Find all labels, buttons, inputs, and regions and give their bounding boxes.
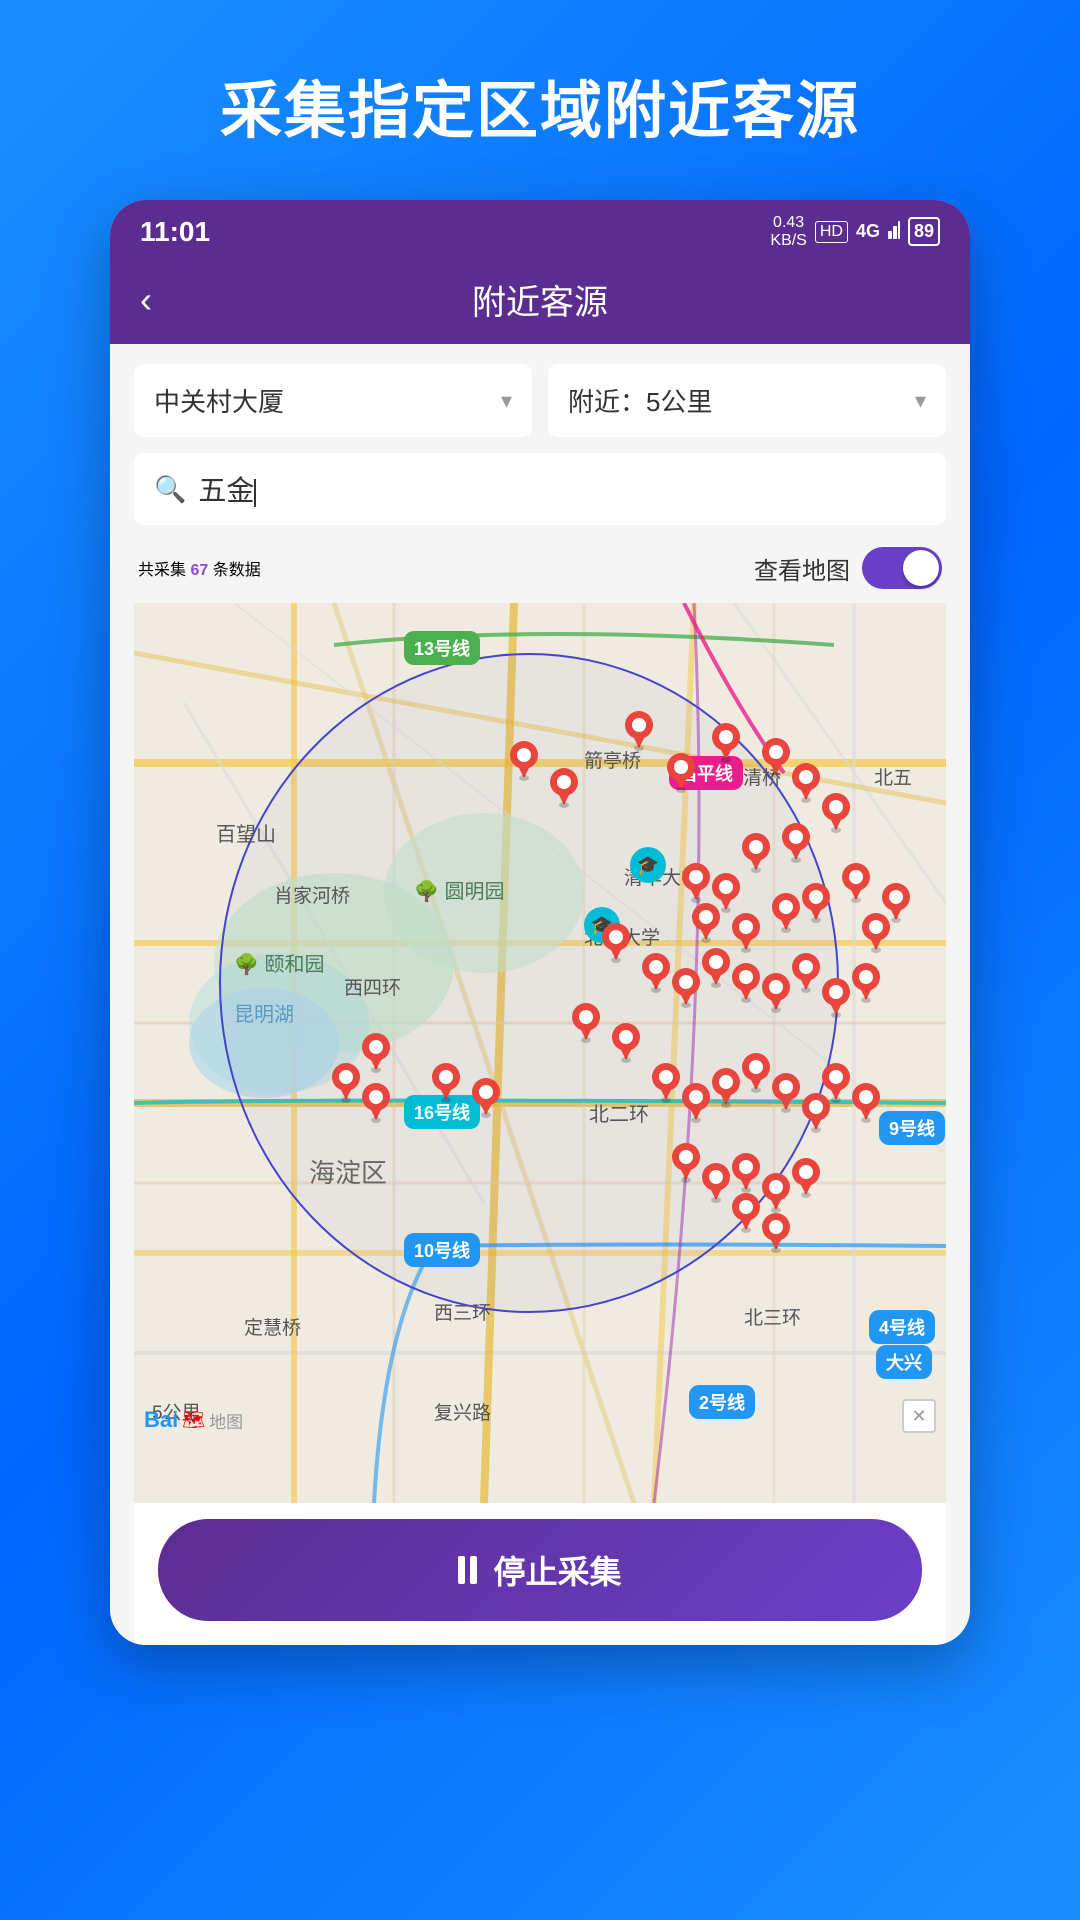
stats-suffix: 条数据: [213, 562, 261, 579]
chevron-down-icon: ▾: [915, 388, 926, 414]
hd-badge: HD: [815, 221, 848, 243]
svg-text:4G: 4G: [856, 221, 880, 241]
content-area: 中关村大厦 ▾ 附近：5公里 ▾ 🔍 五金 共采集 67 条数据 查看地图: [110, 344, 970, 1645]
stats-row: 共采集 67 条数据 查看地图: [134, 541, 946, 603]
status-icons: 0.43 KB/S HD 4G 89: [770, 214, 940, 249]
pause-icon: [458, 1556, 477, 1584]
hero-title: 采集指定区域附近客源: [220, 60, 860, 150]
map-toggle-label: 查看地图: [754, 551, 850, 586]
metro-badge: 9号线: [879, 1111, 945, 1145]
map-container: 百望山 肖家河桥 🌳 圆明园 🌳 颐和园 昆明湖 西四环 海淀区 清华大学 北京…: [134, 603, 946, 1503]
stop-collect-button[interactable]: 停止采集: [158, 1519, 922, 1621]
search-icon: 🔍: [154, 474, 186, 505]
bottom-bar: 停止采集: [134, 1503, 946, 1645]
stats-count: 67: [190, 562, 208, 579]
university-icon: 🎓: [630, 847, 666, 883]
metro-badge: 16号线: [404, 1095, 480, 1129]
radius-circle: [219, 653, 839, 1313]
battery-icon: 89: [908, 217, 940, 246]
metro-badge: 4号线: [869, 1310, 935, 1344]
status-time: 11:01: [140, 216, 210, 248]
metro-badge: 2号线: [689, 1385, 755, 1419]
metro-badge: 昌平线: [669, 756, 743, 790]
distance-select[interactable]: 附近：5公里 ▾: [548, 364, 946, 437]
metro-badge: 13号线: [404, 631, 480, 665]
chevron-down-icon: ▾: [501, 388, 512, 414]
speed-indicator: 0.43 KB/S: [770, 214, 806, 249]
status-bar: 11:01 0.43 KB/S HD 4G 89: [110, 200, 970, 259]
stop-button-label: 停止采集: [493, 1547, 621, 1593]
map-view-toggle[interactable]: [862, 547, 942, 589]
location-select[interactable]: 中关村大厦 ▾: [134, 364, 532, 437]
stats-prefix: 共采集: [138, 562, 186, 579]
stats-text: 共采集 67 条数据: [138, 556, 261, 580]
filter-row: 中关村大厦 ▾ 附近：5公里 ▾: [134, 364, 946, 437]
network-icon: 4G: [856, 215, 900, 249]
metro-badge: 10号线: [404, 1233, 480, 1267]
close-icon[interactable]: ✕: [902, 1399, 936, 1433]
search-input[interactable]: 五金: [198, 469, 926, 509]
toggle-knob: [903, 550, 939, 586]
back-button[interactable]: ‹: [140, 279, 152, 321]
phone-frame: 11:01 0.43 KB/S HD 4G 89: [110, 200, 970, 1645]
distance-value: 附近：5公里: [568, 382, 712, 419]
page-title: 附近客源: [472, 275, 608, 324]
header: ‹ 附近客源: [110, 259, 970, 344]
map-toggle-group[interactable]: 查看地图: [754, 547, 942, 589]
location-value: 中关村大厦: [154, 382, 284, 419]
search-bar[interactable]: 🔍 五金: [134, 453, 946, 525]
metro-badge: 大兴: [876, 1345, 932, 1379]
baidu-watermark: Bai 🗺 地图: [144, 1407, 243, 1433]
university-icon: 🎓: [584, 907, 620, 943]
